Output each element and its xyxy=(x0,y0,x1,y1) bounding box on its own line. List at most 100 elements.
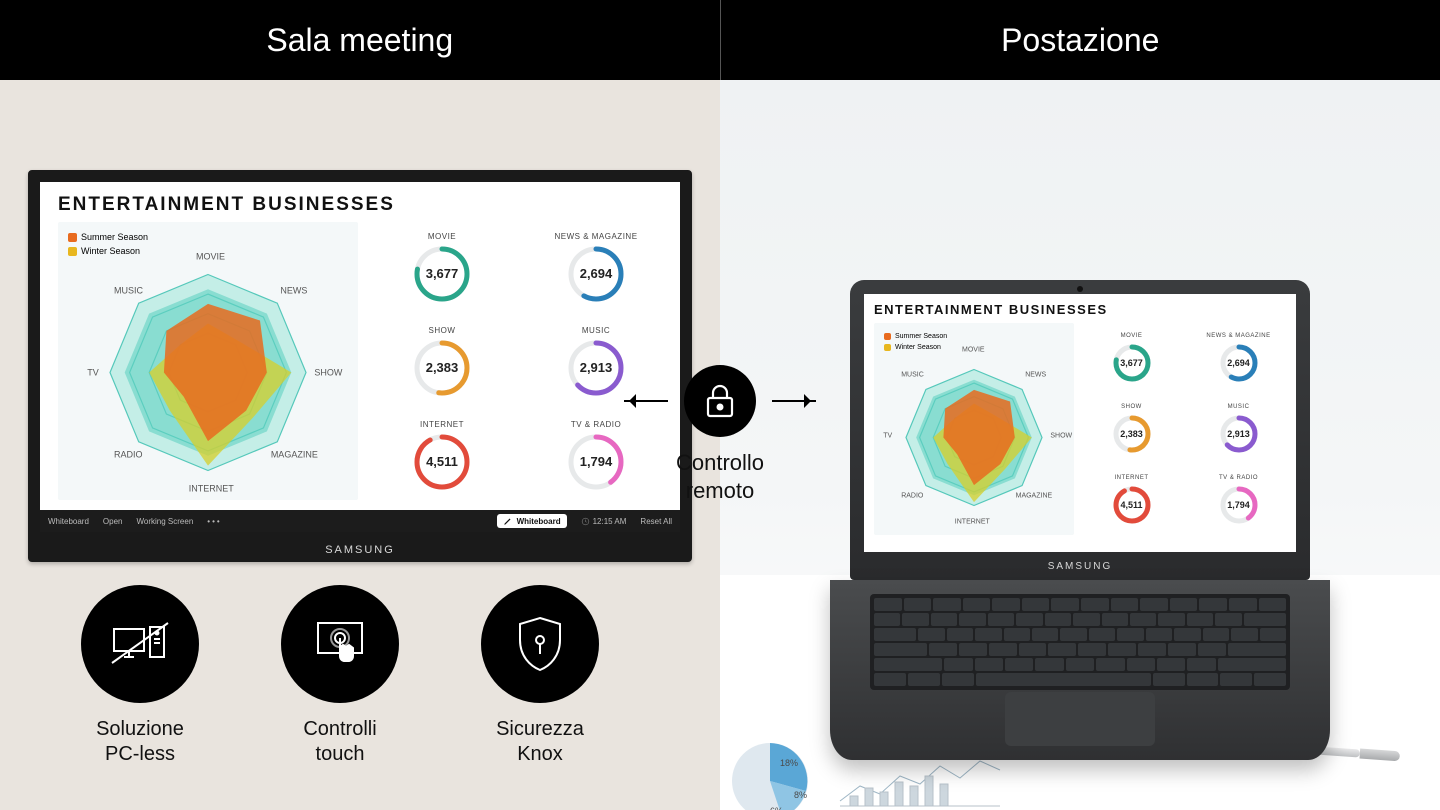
wall-display: ENTERTAINMENT BUSINESSES Summer Season W… xyxy=(28,170,692,562)
feature-touch: Controlli touch xyxy=(270,585,410,767)
remote-control-indicator: Controllo remoto xyxy=(624,365,816,504)
touch-badge xyxy=(281,585,399,703)
metric-label: NEWS & MAGAZINE xyxy=(1206,333,1270,339)
metric-value: 2,694 xyxy=(1219,343,1259,383)
metric-value: 1,794 xyxy=(1219,485,1259,525)
radar-axis-label: MAGAZINE xyxy=(271,449,318,459)
donut-chart: 3,677 xyxy=(1112,343,1152,383)
radar-axis-label: RADIO xyxy=(114,449,143,459)
metric-movie: MOVIE 3,677 xyxy=(376,222,508,312)
clock-icon xyxy=(581,517,590,526)
radar-axis-label: MAGAZINE xyxy=(1016,493,1053,500)
taskbar-working-screen[interactable]: Working Screen xyxy=(137,517,194,526)
radar-axis-label: MOVIE xyxy=(196,251,225,261)
taskbar-open[interactable]: Open xyxy=(103,517,123,526)
feature-pcless-line2: PC-less xyxy=(105,743,175,765)
laptop-brand-logo: SAMSUNG xyxy=(850,561,1310,572)
radar-chart: MOVIENEWSSHOWMAGAZINEINTERNETRADIOTVMUSI… xyxy=(104,268,312,481)
display-taskbar[interactable]: Whiteboard Open Working Screen ••• White… xyxy=(40,510,680,532)
taskbar-reset-all[interactable]: Reset All xyxy=(640,517,672,526)
radar-axis-label: RADIO xyxy=(901,493,923,500)
panel-meeting-room: ENTERTAINMENT BUSINESSES Summer Season W… xyxy=(0,0,720,810)
radar-axis-label: TV xyxy=(883,432,892,439)
metric-music: MUSIC 2,913 xyxy=(1191,394,1286,463)
pen-icon xyxy=(503,516,513,526)
remote-label-line1: Controllo xyxy=(676,450,764,475)
laptop: ENTERTAINMENT BUSINESSES Summer Season W… xyxy=(850,280,1310,760)
radar-axis-label: INTERNET xyxy=(955,518,990,525)
legend-swatch-winter-mini xyxy=(884,344,891,351)
metric-value: 3,677 xyxy=(413,245,471,303)
donut-chart: 4,511 xyxy=(413,433,471,491)
laptop-screen[interactable]: ENTERTAINMENT BUSINESSES Summer Season W… xyxy=(864,294,1296,552)
dashboard-mini: ENTERTAINMENT BUSINESSES Summer Season W… xyxy=(864,294,1296,552)
feature-pcless-line1: Soluzione xyxy=(96,718,184,740)
pcless-badge xyxy=(81,585,199,703)
metric-grid: MOVIE 3,677NEWS & MAGAZINE 2,694SHOW 2,3… xyxy=(376,222,662,500)
radar-axis-label: SHOW xyxy=(1050,432,1072,439)
dashboard: ENTERTAINMENT BUSINESSES Summer Season W… xyxy=(40,182,680,532)
laptop-lid: ENTERTAINMENT BUSINESSES Summer Season W… xyxy=(850,280,1310,580)
metric-show: SHOW 2,383 xyxy=(1084,394,1179,463)
donut-chart: 2,383 xyxy=(1112,414,1152,454)
feature-knox-line1: Sicurezza xyxy=(496,718,584,740)
header-bar: Sala meeting Postazione xyxy=(0,0,1440,80)
radar-card-mini: Summer Season Winter Season MOVIENEWSSHO… xyxy=(874,323,1074,535)
header-right-title: Postazione xyxy=(721,0,1440,80)
legend-swatch-summer-mini xyxy=(884,333,891,340)
metric-label: INTERNET xyxy=(1115,475,1149,481)
radar-axis-label: NEWS xyxy=(1025,371,1046,378)
metric-label: SHOW xyxy=(1121,404,1142,410)
dashboard-title-mini: ENTERTAINMENT BUSINESSES xyxy=(874,302,1286,317)
display-brand-logo: SAMSUNG xyxy=(40,544,680,556)
donut-chart: 2,383 xyxy=(413,339,471,397)
feature-knox: SicurezzaKnox xyxy=(470,585,610,767)
feature-touch-line1: Controlli xyxy=(303,718,376,740)
radar-axis-label: NEWS xyxy=(280,285,307,295)
feature-pcless: Soluzione PC-less xyxy=(70,585,210,767)
metric-news-magazine: NEWS & MAGAZINE 2,694 xyxy=(1191,323,1286,392)
radar-axis-label: MUSIC xyxy=(901,371,924,378)
donut-chart: 2,694 xyxy=(1219,343,1259,383)
metric-movie: MOVIE 3,677 xyxy=(1084,323,1179,392)
metric-label: INTERNET xyxy=(420,420,464,429)
radar-card: Summer Season Winter Season MOVIENEWSSHO… xyxy=(58,222,358,500)
dashboard-title: ENTERTAINMENT BUSINESSES xyxy=(58,194,662,216)
taskbar-tab-whiteboard[interactable]: Whiteboard xyxy=(48,517,89,526)
whiteboard-button[interactable]: Whiteboard xyxy=(497,514,567,528)
radar-axis-label: SHOW xyxy=(314,367,342,377)
laptop-base xyxy=(830,580,1330,760)
metric-label: MUSIC xyxy=(1228,404,1250,410)
feature-touch-line2: touch xyxy=(316,743,365,765)
lock-icon xyxy=(703,382,737,420)
donut-chart: 3,677 xyxy=(413,245,471,303)
donut-chart: 2,694 xyxy=(567,245,625,303)
taskbar-more-icon[interactable]: ••• xyxy=(207,517,221,526)
laptop-keyboard[interactable] xyxy=(870,594,1290,690)
header-left-title: Sala meeting xyxy=(0,0,720,80)
arrow-left-icon xyxy=(624,400,668,402)
metric-value: 1,794 xyxy=(567,433,625,491)
radar-axis-label: INTERNET xyxy=(189,483,234,493)
metric-news-magazine: NEWS & MAGAZINE 2,694 xyxy=(530,222,662,312)
laptop-trackpad[interactable] xyxy=(1005,692,1155,746)
metric-label: MOVIE xyxy=(428,232,456,241)
metric-internet: INTERNET 4,511 xyxy=(1084,466,1179,535)
wall-display-screen[interactable]: ENTERTAINMENT BUSINESSES Summer Season W… xyxy=(40,182,680,532)
metric-label: TV & RADIO xyxy=(1219,475,1258,481)
metric-value: 2,694 xyxy=(567,245,625,303)
radar-axis-label: TV xyxy=(87,367,99,377)
lock-badge xyxy=(684,365,756,437)
metric-value: 2,913 xyxy=(1219,414,1259,454)
metric-show: SHOW 2,383 xyxy=(376,316,508,406)
shield-keyhole-icon xyxy=(514,614,566,674)
metric-value: 4,511 xyxy=(413,433,471,491)
metric-label: MOVIE xyxy=(1121,333,1143,339)
donut-chart: 1,794 xyxy=(567,433,625,491)
legend-swatch-summer xyxy=(68,233,77,242)
donut-chart: 2,913 xyxy=(567,339,625,397)
metric-value: 3,677 xyxy=(1112,343,1152,383)
remote-label-line2: remoto xyxy=(686,478,754,503)
pc-crossed-icon xyxy=(110,619,170,669)
donut-chart: 1,794 xyxy=(1219,485,1259,525)
